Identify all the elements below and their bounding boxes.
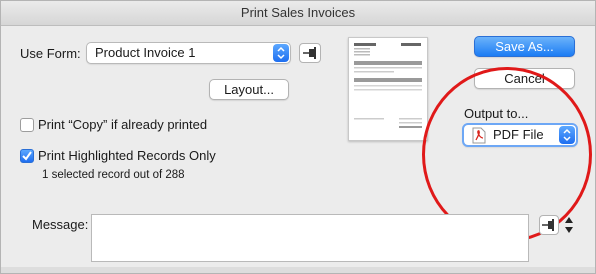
- print-dialog: Print Sales Invoices Use Form: Product I…: [0, 0, 596, 274]
- use-form-label: Use Form:: [20, 46, 81, 61]
- selection-info: 1 selected record out of 288: [42, 169, 185, 181]
- checkmark-icon: [22, 151, 32, 161]
- layout-button[interactable]: Layout...: [209, 79, 289, 100]
- form-select[interactable]: Product Invoice 1: [86, 42, 291, 64]
- invoice-preview-thumbnail: [348, 37, 428, 141]
- print-highlighted-label: Print Highlighted Records Only: [38, 148, 216, 163]
- form-select-value: Product Invoice 1: [95, 45, 196, 60]
- save-as-button[interactable]: Save As...: [474, 36, 575, 57]
- message-label: Message:: [32, 217, 89, 232]
- pushpin-icon: [542, 219, 554, 231]
- pushpin-icon: [303, 47, 316, 59]
- print-copy-checkbox[interactable]: [20, 118, 34, 132]
- pin-form-button[interactable]: [299, 43, 321, 63]
- up-down-arrows-icon: [565, 217, 573, 233]
- print-copy-label: Print “Copy” if already printed: [38, 117, 208, 132]
- bottom-edge: [1, 267, 595, 273]
- pin-message-button[interactable]: [539, 215, 559, 235]
- chevron-updown-icon: [273, 44, 289, 62]
- print-highlighted-checkbox[interactable]: [20, 149, 34, 163]
- message-textarea[interactable]: [91, 214, 529, 262]
- message-stepper[interactable]: [562, 214, 576, 236]
- window-title: Print Sales Invoices: [1, 1, 595, 26]
